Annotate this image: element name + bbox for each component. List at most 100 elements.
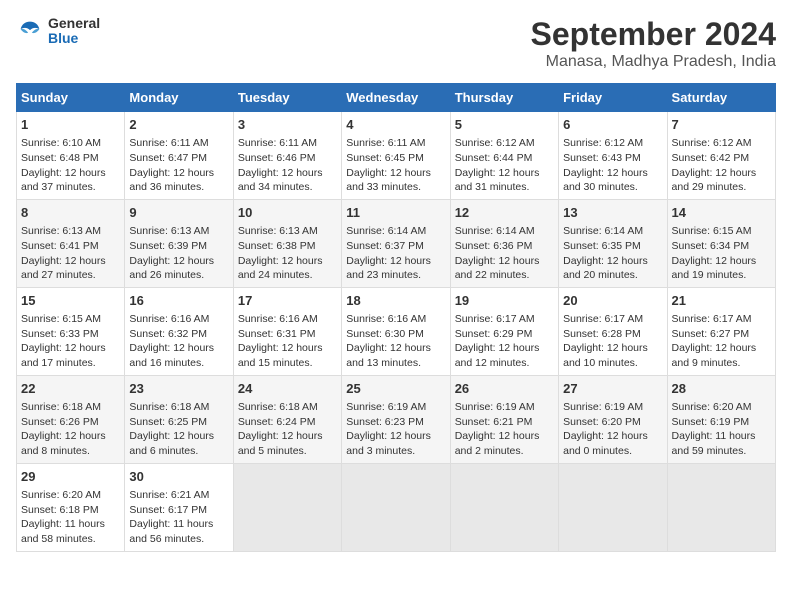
daylight-text: Daylight: 11 hours and 59 minutes. — [672, 429, 771, 458]
sunrise-text: Sunrise: 6:19 AM — [455, 400, 554, 415]
daylight-text: Daylight: 12 hours and 23 minutes. — [346, 254, 445, 283]
sunset-text: Sunset: 6:32 PM — [129, 327, 228, 342]
table-row: 23Sunrise: 6:18 AMSunset: 6:25 PMDayligh… — [125, 375, 233, 463]
calendar-title: September 2024 — [531, 16, 776, 53]
sunset-text: Sunset: 6:29 PM — [455, 327, 554, 342]
calendar-subtitle: Manasa, Madhya Pradesh, India — [531, 53, 776, 71]
day-number: 26 — [455, 380, 554, 398]
day-number: 20 — [563, 292, 662, 310]
day-number: 14 — [672, 204, 771, 222]
sunset-text: Sunset: 6:44 PM — [455, 151, 554, 166]
logo-text: General Blue — [48, 16, 100, 47]
sunset-text: Sunset: 6:20 PM — [563, 415, 662, 430]
day-number: 22 — [21, 380, 120, 398]
sunrise-text: Sunrise: 6:15 AM — [21, 312, 120, 327]
daylight-text: Daylight: 12 hours and 30 minutes. — [563, 166, 662, 195]
table-row: 14Sunrise: 6:15 AMSunset: 6:34 PMDayligh… — [667, 199, 775, 287]
day-number: 19 — [455, 292, 554, 310]
sunset-text: Sunset: 6:17 PM — [129, 503, 228, 518]
table-row: 4Sunrise: 6:11 AMSunset: 6:45 PMDaylight… — [342, 112, 450, 200]
day-number: 23 — [129, 380, 228, 398]
table-row — [342, 463, 450, 551]
day-number: 30 — [129, 468, 228, 486]
daylight-text: Daylight: 12 hours and 36 minutes. — [129, 166, 228, 195]
sunset-text: Sunset: 6:25 PM — [129, 415, 228, 430]
sunset-text: Sunset: 6:42 PM — [672, 151, 771, 166]
table-row: 8Sunrise: 6:13 AMSunset: 6:41 PMDaylight… — [17, 199, 125, 287]
table-row: 19Sunrise: 6:17 AMSunset: 6:29 PMDayligh… — [450, 287, 558, 375]
sunset-text: Sunset: 6:41 PM — [21, 239, 120, 254]
day-number: 6 — [563, 116, 662, 134]
sunset-text: Sunset: 6:24 PM — [238, 415, 337, 430]
daylight-text: Daylight: 12 hours and 24 minutes. — [238, 254, 337, 283]
calendar-week-row: 15Sunrise: 6:15 AMSunset: 6:33 PMDayligh… — [17, 287, 776, 375]
title-block: September 2024 Manasa, Madhya Pradesh, I… — [531, 16, 776, 71]
daylight-text: Daylight: 12 hours and 0 minutes. — [563, 429, 662, 458]
day-number: 9 — [129, 204, 228, 222]
day-number: 11 — [346, 204, 445, 222]
sunrise-text: Sunrise: 6:12 AM — [455, 136, 554, 151]
sunrise-text: Sunrise: 6:16 AM — [238, 312, 337, 327]
table-row: 12Sunrise: 6:14 AMSunset: 6:36 PMDayligh… — [450, 199, 558, 287]
sunset-text: Sunset: 6:26 PM — [21, 415, 120, 430]
sunrise-text: Sunrise: 6:17 AM — [672, 312, 771, 327]
logo-icon — [16, 17, 44, 45]
calendar-week-row: 29Sunrise: 6:20 AMSunset: 6:18 PMDayligh… — [17, 463, 776, 551]
day-number: 18 — [346, 292, 445, 310]
table-row: 21 Sunrise: 6:17 AMSunset: 6:27 PMDayligh… — [667, 287, 775, 375]
sunset-text: Sunset: 6:23 PM — [346, 415, 445, 430]
sunrise-text: Sunrise: 6:17 AM — [455, 312, 554, 327]
daylight-text: Daylight: 12 hours and 33 minutes. — [346, 166, 445, 195]
table-row: 22Sunrise: 6:18 AMSunset: 6:26 PMDayligh… — [17, 375, 125, 463]
table-row: 20Sunrise: 6:17 AMSunset: 6:28 PMDayligh… — [559, 287, 667, 375]
table-row: 29Sunrise: 6:20 AMSunset: 6:18 PMDayligh… — [17, 463, 125, 551]
sunset-text: Sunset: 6:45 PM — [346, 151, 445, 166]
daylight-text: Daylight: 12 hours and 31 minutes. — [455, 166, 554, 195]
daylight-text: Daylight: 12 hours and 34 minutes. — [238, 166, 337, 195]
table-row: 15Sunrise: 6:15 AMSunset: 6:33 PMDayligh… — [17, 287, 125, 375]
daylight-text: Daylight: 12 hours and 9 minutes. — [672, 341, 771, 370]
daylight-text: Daylight: 12 hours and 15 minutes. — [238, 341, 337, 370]
sunrise-text: Sunrise: 6:14 AM — [563, 224, 662, 239]
calendar-week-row: 8Sunrise: 6:13 AMSunset: 6:41 PMDaylight… — [17, 199, 776, 287]
sunset-text: Sunset: 6:31 PM — [238, 327, 337, 342]
sunset-text: Sunset: 6:37 PM — [346, 239, 445, 254]
day-number: 27 — [563, 380, 662, 398]
daylight-text: Daylight: 11 hours and 56 minutes. — [129, 517, 228, 546]
table-row: 26Sunrise: 6:19 AMSunset: 6:21 PMDayligh… — [450, 375, 558, 463]
sunrise-text: Sunrise: 6:12 AM — [672, 136, 771, 151]
sunrise-text: Sunrise: 6:13 AM — [238, 224, 337, 239]
day-number: 10 — [238, 204, 337, 222]
sunset-text: Sunset: 6:30 PM — [346, 327, 445, 342]
sunrise-text: Sunrise: 6:21 AM — [129, 488, 228, 503]
table-row: 13Sunrise: 6:14 AMSunset: 6:35 PMDayligh… — [559, 199, 667, 287]
sunrise-text: Sunrise: 6:16 AM — [129, 312, 228, 327]
sunrise-text: Sunrise: 6:14 AM — [455, 224, 554, 239]
daylight-text: Daylight: 12 hours and 3 minutes. — [346, 429, 445, 458]
daylight-text: Daylight: 12 hours and 20 minutes. — [563, 254, 662, 283]
table-row: 9Sunrise: 6:13 AMSunset: 6:39 PMDaylight… — [125, 199, 233, 287]
day-number: 21 — [672, 292, 771, 310]
col-thursday: Thursday — [450, 84, 558, 112]
col-tuesday: Tuesday — [233, 84, 341, 112]
sunrise-text: Sunrise: 6:14 AM — [346, 224, 445, 239]
sunrise-text: Sunrise: 6:19 AM — [563, 400, 662, 415]
sunset-text: Sunset: 6:33 PM — [21, 327, 120, 342]
sunset-text: Sunset: 6:19 PM — [672, 415, 771, 430]
logo-blue: Blue — [48, 31, 100, 46]
col-monday: Monday — [125, 84, 233, 112]
daylight-text: Daylight: 12 hours and 6 minutes. — [129, 429, 228, 458]
daylight-text: Daylight: 12 hours and 17 minutes. — [21, 341, 120, 370]
daylight-text: Daylight: 12 hours and 16 minutes. — [129, 341, 228, 370]
day-number: 7 — [672, 116, 771, 134]
sunrise-text: Sunrise: 6:19 AM — [346, 400, 445, 415]
day-number: 2 — [129, 116, 228, 134]
sunrise-text: Sunrise: 6:11 AM — [129, 136, 228, 151]
sunrise-text: Sunrise: 6:15 AM — [672, 224, 771, 239]
page-header: General Blue September 2024 Manasa, Madh… — [16, 16, 776, 71]
sunset-text: Sunset: 6:36 PM — [455, 239, 554, 254]
table-row — [667, 463, 775, 551]
table-row — [233, 463, 341, 551]
sunset-text: Sunset: 6:27 PM — [672, 327, 771, 342]
sunset-text: Sunset: 6:28 PM — [563, 327, 662, 342]
